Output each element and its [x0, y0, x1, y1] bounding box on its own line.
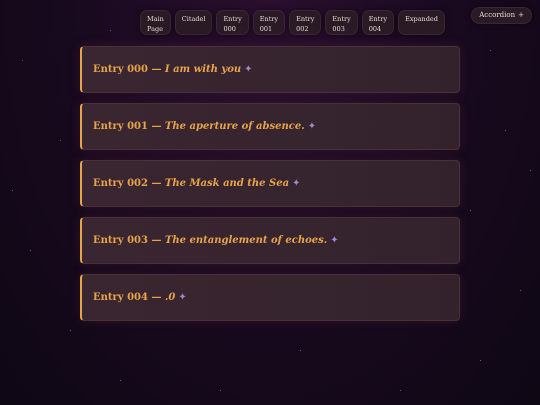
entry-003-panel[interactable]: Entry 003 — The entanglement of echoes. …: [80, 217, 460, 264]
entries-list: Entry 000 — I am with you ✦ Entry 001 — …: [80, 46, 460, 331]
nav-expanded[interactable]: Expanded: [398, 10, 445, 35]
entry-002-panel[interactable]: Entry 002 — The Mask and the Sea ✦: [80, 160, 460, 207]
nav-entry-001[interactable]: Entry 001: [252, 10, 286, 35]
nav-citadel[interactable]: Citadel: [174, 10, 213, 35]
entry-000-panel[interactable]: Entry 000 — I am with you ✦: [80, 46, 460, 93]
top-navigation: Main Page Citadel Entry 000 Entry 001 En…: [140, 10, 445, 35]
plus-icon: +: [518, 11, 524, 19]
nav-entry-000[interactable]: Entry 000: [216, 10, 249, 35]
sparkle-icon: ✦: [307, 121, 317, 132]
entry-title: Entry 003 — The entanglement of echoes.: [93, 235, 328, 246]
sparkle-icon: ✦: [244, 64, 253, 75]
entry-title: Entry 000 — I am with you: [93, 64, 242, 75]
entry-004-panel[interactable]: Entry 004 — .0 ✦: [80, 274, 460, 321]
nav-entry-003[interactable]: Entry 003: [325, 10, 358, 35]
sparkle-icon: ✦: [330, 235, 339, 246]
entry-001-panel[interactable]: Entry 001 — The aperture of absence. ✦: [80, 103, 460, 150]
nav-entry-002[interactable]: Entry 002: [289, 10, 322, 35]
accordion-label: Accordion: [479, 11, 516, 19]
sparkle-icon: ✦: [178, 292, 187, 303]
entry-title: Entry 002 — The Mask and the Sea: [93, 178, 290, 189]
entry-title: Entry 004 — .0: [93, 292, 176, 303]
nav-main-page[interactable]: Main Page: [140, 10, 171, 35]
nav-entry-004[interactable]: Entry 004: [361, 10, 395, 35]
accordion-toggle-button[interactable]: Accordion +: [471, 7, 532, 24]
sparkle-icon: ✦: [292, 178, 301, 189]
entry-title: Entry 001 — The aperture of absence.: [93, 121, 305, 132]
